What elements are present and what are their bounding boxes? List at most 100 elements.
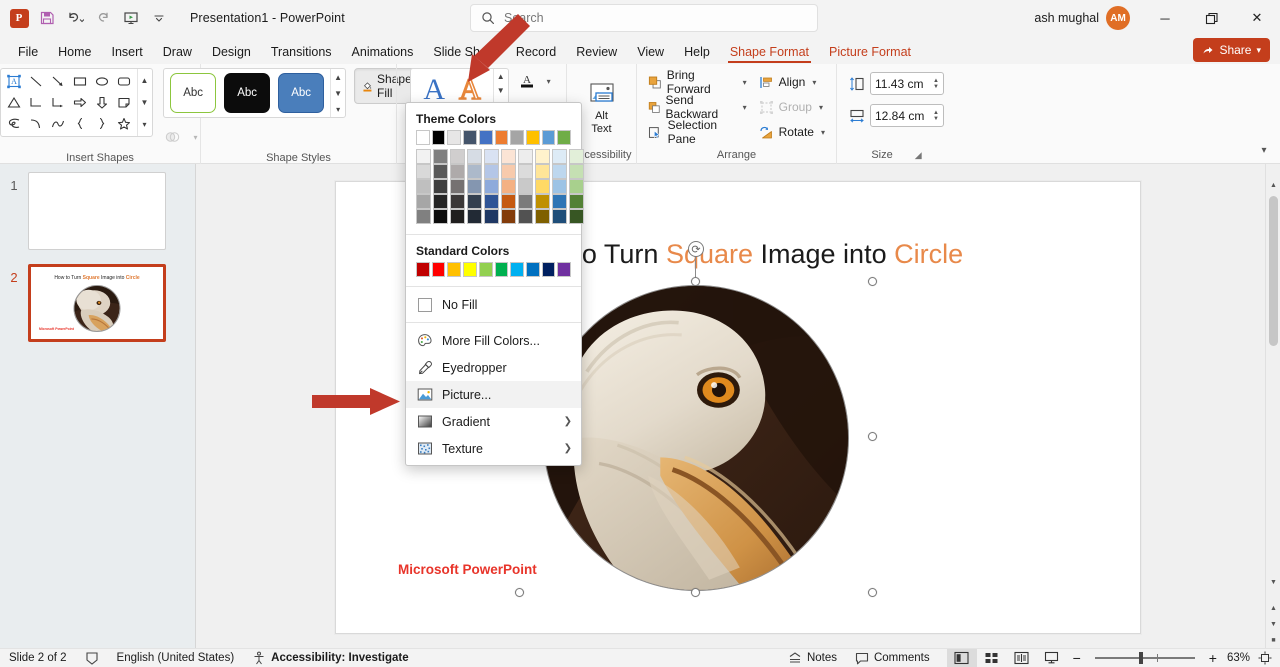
tab-insert[interactable]: Insert [102, 42, 153, 64]
variant-8-4[interactable] [552, 209, 567, 224]
variant-0-1[interactable] [416, 164, 431, 179]
avatar[interactable]: AM [1106, 6, 1130, 30]
variant-6-3[interactable] [518, 194, 533, 209]
shape-elbow-connector[interactable] [25, 92, 47, 113]
normal-view-button[interactable] [946, 648, 977, 667]
menu-item-texture[interactable]: Texture ❯ [406, 435, 581, 462]
shape-height-spinner[interactable]: ▲ ▼ [933, 78, 939, 90]
shape-height-input[interactable]: 11.43 cm ▲ ▼ [870, 72, 944, 95]
undo-icon[interactable] [62, 5, 88, 31]
shape-scribble[interactable] [3, 113, 25, 134]
variant-8-3[interactable] [552, 194, 567, 209]
variant-1-0[interactable] [433, 149, 448, 164]
language-indicator[interactable]: English (United States) [108, 649, 244, 667]
styles-scroll-down-icon[interactable]: ▼ [331, 85, 345, 101]
standard-color-4[interactable] [478, 262, 493, 277]
text-fill-chevron-icon[interactable]: ▾ [547, 77, 551, 86]
tab-design[interactable]: Design [202, 42, 261, 64]
theme-color-7[interactable] [525, 130, 540, 145]
previous-slide-icon[interactable]: ▲ [1266, 601, 1280, 616]
theme-color-2[interactable] [447, 130, 462, 145]
menu-item-no-fill[interactable]: No Fill [406, 291, 581, 318]
handle-bottom-center[interactable] [691, 588, 700, 597]
align-button[interactable]: Align ▾ [754, 70, 830, 94]
slide-sorter-button[interactable] [977, 649, 1007, 667]
shape-rectangle[interactable] [69, 71, 91, 92]
wordart-scroll-down-icon[interactable]: ▼ [494, 83, 508, 97]
slide-footer-text[interactable]: Microsoft PowerPoint [398, 562, 537, 577]
theme-color-3[interactable] [463, 130, 477, 145]
selection-pane-button[interactable]: Selection Pane [643, 118, 752, 146]
tab-draw[interactable]: Draw [153, 42, 202, 64]
theme-color-5[interactable] [494, 130, 509, 145]
variant-4-3[interactable] [484, 194, 499, 209]
variant-9-2[interactable] [569, 179, 584, 194]
shape-style-outline-green[interactable]: Abc [170, 73, 217, 113]
handle-top-center[interactable] [691, 277, 700, 286]
shapes-gallery[interactable]: A ▲ ▼ ▾ [0, 68, 153, 137]
variant-3-3[interactable] [467, 194, 482, 209]
variant-2-4[interactable] [450, 209, 465, 224]
save-icon[interactable] [34, 5, 60, 31]
texture-submenu-arrow-icon[interactable]: ❯ [564, 443, 572, 454]
shape-folded-corner[interactable] [113, 92, 135, 113]
account-area[interactable]: ash mughal AM [1034, 0, 1130, 36]
variant-8-1[interactable] [552, 164, 567, 179]
variant-6-4[interactable] [518, 209, 533, 224]
variant-8-0[interactable] [552, 149, 567, 164]
share-button[interactable]: Share ▾ [1193, 38, 1270, 62]
shape-style-fill-black[interactable]: Abc [224, 73, 271, 113]
shape-curve[interactable] [25, 113, 47, 134]
bring-forward-chevron-icon[interactable]: ▾ [743, 78, 747, 87]
variant-5-3[interactable] [501, 194, 516, 209]
comments-button[interactable]: Comments [846, 649, 939, 667]
reset-window-icon[interactable]: ■ [1266, 633, 1280, 648]
menu-item-eyedropper[interactable]: Eyedropper [406, 354, 581, 381]
variant-5-2[interactable] [501, 179, 516, 194]
variant-5-0[interactable] [501, 149, 516, 164]
variant-3-4[interactable] [467, 209, 482, 224]
customize-quick-access-toolbar-icon[interactable] [146, 5, 172, 31]
shape-right-brace[interactable] [91, 113, 113, 134]
variant-1-4[interactable] [433, 209, 448, 224]
variant-1-2[interactable] [433, 179, 448, 194]
tab-review[interactable]: Review [566, 42, 627, 64]
standard-color-5[interactable] [494, 262, 509, 277]
vertical-scrollbar[interactable]: ▲ ▼ ▲ ▼ ■ [1265, 164, 1280, 648]
fit-to-window-button[interactable] [1254, 649, 1280, 667]
shape-oval[interactable] [91, 71, 113, 92]
variant-7-3[interactable] [535, 194, 550, 209]
menu-item-more-fill-colors[interactable]: More Fill Colors... [406, 327, 581, 354]
send-backward-button[interactable]: Send Backward ▾ [643, 93, 752, 121]
variant-4-4[interactable] [484, 209, 499, 224]
tab-picture-format[interactable]: Picture Format [819, 42, 921, 64]
gallery-scroll-up-icon[interactable]: ▲ [138, 69, 152, 91]
shape-freeform[interactable] [47, 113, 69, 134]
shape-textbox[interactable]: A [3, 71, 25, 92]
variant-0-4[interactable] [416, 209, 431, 224]
shape-width-input[interactable]: 12.84 cm ▲ ▼ [870, 104, 944, 127]
tab-transitions[interactable]: Transitions [261, 42, 342, 64]
tab-animations[interactable]: Animations [342, 42, 424, 64]
variant-7-1[interactable] [535, 164, 550, 179]
shape-width-spinner[interactable]: ▲ ▼ [933, 110, 939, 122]
variant-9-3[interactable] [569, 194, 584, 209]
close-button[interactable]: ✕ [1234, 0, 1280, 36]
theme-color-0[interactable] [416, 130, 430, 145]
theme-color-1[interactable] [431, 130, 446, 145]
shape-rounded-rectangle[interactable] [113, 71, 135, 92]
tab-help[interactable]: Help [674, 42, 720, 64]
standard-color-2[interactable] [447, 262, 462, 277]
collapse-ribbon-button[interactable]: ▾ [1254, 141, 1274, 159]
variant-4-2[interactable] [484, 179, 499, 194]
shape-elbow-arrow-connector[interactable] [47, 92, 69, 113]
tab-record[interactable]: Record [506, 42, 566, 64]
standard-color-0[interactable] [416, 262, 430, 277]
zoom-out-button[interactable]: − [1067, 649, 1087, 667]
size-dialog-launcher-icon[interactable]: ◢ [915, 147, 922, 164]
variant-7-4[interactable] [535, 209, 550, 224]
standard-color-9[interactable] [557, 262, 572, 277]
variant-2-1[interactable] [450, 164, 465, 179]
handle-top-right[interactable] [868, 277, 877, 286]
gallery-more-icon[interactable]: ▾ [138, 114, 152, 136]
